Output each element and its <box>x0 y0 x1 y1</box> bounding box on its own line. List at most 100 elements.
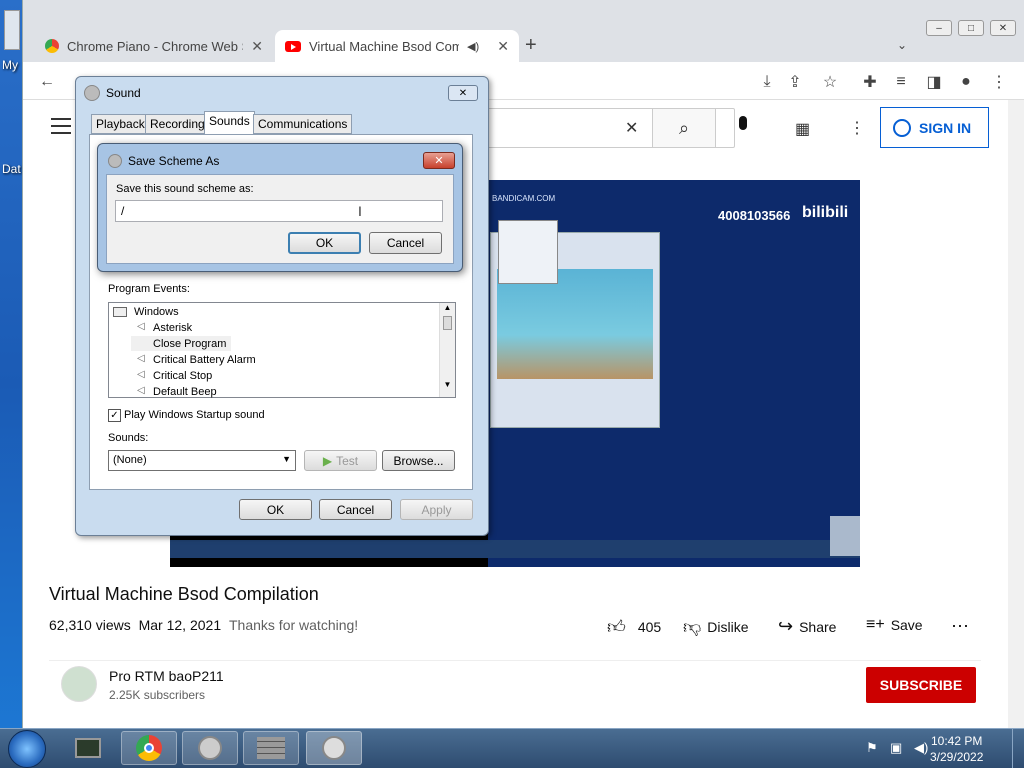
computer-icon[interactable] <box>4 10 20 50</box>
close-icon[interactable]: ✕ <box>251 38 263 55</box>
extensions-icon[interactable]: ✚ <box>860 72 880 92</box>
list-item[interactable]: Default Beep <box>153 386 217 398</box>
back-icon[interactable]: ← <box>37 72 57 92</box>
list-item[interactable]: Critical Battery Alarm <box>153 354 256 366</box>
save-button[interactable]: ≡+ Save <box>866 616 923 634</box>
speaker-icon: ◁ <box>137 353 145 364</box>
tab-chrome-piano[interactable]: Chrome Piano - Chrome Web Store ✕ <box>35 30 273 62</box>
close-button[interactable]: ✕ <box>423 152 455 169</box>
settings-icon[interactable]: ⋮ <box>849 118 865 138</box>
clock[interactable]: 10:42 PM 3/29/2022 <box>930 733 983 765</box>
chevron-down-icon[interactable]: ⌄ <box>897 38 907 52</box>
youtube-icon <box>285 40 301 52</box>
subscribe-button[interactable]: SUBSCRIBE <box>866 667 976 703</box>
new-tab-button[interactable]: + <box>525 34 537 57</box>
profile-icon[interactable]: ● <box>956 72 976 92</box>
close-button[interactable]: ✕ <box>990 20 1016 36</box>
list-scrollbar[interactable]: ▲ ▼ <box>439 303 455 397</box>
network-icon[interactable]: ▣ <box>890 740 902 756</box>
cancel-button[interactable]: Cancel <box>369 232 442 254</box>
tab-recording[interactable]: Recording <box>145 114 210 134</box>
desktop-icon-label[interactable]: Dat <box>2 162 21 176</box>
show-desktop-button[interactable] <box>1012 729 1024 768</box>
share-button[interactable]: ↪ Share <box>778 616 836 637</box>
browse-button[interactable]: Browse... <box>382 450 455 471</box>
cancel-button[interactable]: Cancel <box>319 499 392 520</box>
speaker-icon <box>84 85 100 101</box>
playlist-add-icon: ≡+ <box>866 616 885 633</box>
video-meta: 62,310 views Mar 12, 2021 Thanks for wat… <box>49 617 358 633</box>
sidepanel-icon[interactable]: ◨ <box>924 72 944 92</box>
monitor-icon <box>75 738 101 758</box>
list-item[interactable]: Close Program <box>153 338 226 350</box>
star-icon[interactable]: ☆ <box>820 72 840 92</box>
more-actions-icon[interactable]: ⋯ <box>951 616 969 637</box>
taskbar-item-sound-active[interactable] <box>306 731 362 765</box>
taskbar-item-firewall[interactable] <box>243 731 299 765</box>
test-label: Test <box>336 453 359 468</box>
speaker-icon: ◁ <box>137 385 145 396</box>
channel-avatar[interactable] <box>61 666 97 702</box>
taskbar-item-monitor[interactable] <box>60 731 116 765</box>
tab-sounds[interactable]: Sounds <box>204 111 255 134</box>
video-small-dialog <box>498 220 558 284</box>
video-description[interactable]: Thanks for watching! <box>229 617 358 633</box>
startup-sound-label[interactable]: Play Windows Startup sound <box>124 409 265 421</box>
hamburger-icon[interactable] <box>51 118 71 134</box>
mic-icon[interactable] <box>735 116 751 138</box>
taskbar-item-sound[interactable] <box>182 731 238 765</box>
like-button[interactable]: 👍︎ 405 <box>607 616 661 638</box>
apply-button[interactable]: Apply <box>400 499 473 520</box>
tab-title: Virtual Machine Bsod Compilation <box>309 38 459 54</box>
windows-folder-icon <box>113 307 127 317</box>
tab-communications[interactable]: Communications <box>253 114 353 134</box>
input-value: / <box>121 204 125 218</box>
upload-date: Mar 12, 2021 <box>138 617 222 633</box>
bilibili-logo: bilibili <box>802 204 849 221</box>
menu-icon[interactable]: ⋮ <box>989 72 1009 92</box>
taskbar-item-chrome[interactable] <box>121 731 177 765</box>
media-icon[interactable]: ≡ <box>891 72 911 92</box>
program-events-label: Program Events: <box>108 283 190 295</box>
download-icon[interactable]: ⤓ <box>757 72 777 92</box>
desktop-icon-label[interactable]: My <box>2 58 18 72</box>
list-item[interactable]: Windows <box>134 306 179 318</box>
scheme-name-input[interactable]: / I <box>115 200 443 222</box>
video-taskbar <box>170 540 860 558</box>
startup-sound-checkbox[interactable]: ✓ <box>108 409 121 422</box>
text-cursor-icon: I <box>358 203 362 219</box>
ok-button[interactable]: OK <box>239 499 312 520</box>
maximize-button[interactable]: □ <box>958 20 984 36</box>
channel-name[interactable]: Pro RTM baoP211 <box>109 668 224 684</box>
share-icon[interactable]: ⇪ <box>785 72 805 92</box>
search-button[interactable]: ⌕ <box>652 108 716 148</box>
speaker-icon[interactable]: ◀) <box>467 40 479 53</box>
program-events-list[interactable]: Windows ◁ Asterisk Close Program ◁ Criti… <box>108 302 456 398</box>
window-controls: – □ ✕ <box>926 20 1016 36</box>
save-label: Save <box>890 617 923 633</box>
list-item[interactable]: Critical Stop <box>153 370 212 382</box>
start-button[interactable] <box>8 730 46 768</box>
like-count: 405 <box>637 619 662 635</box>
clear-icon[interactable]: ✕ <box>625 118 638 138</box>
dislike-button[interactable]: 👎︎ Dislike <box>683 616 749 638</box>
tab-youtube-video[interactable]: Virtual Machine Bsod Compilation ◀) ✕ <box>275 30 519 62</box>
sign-in-button[interactable]: SIGN IN <box>880 107 989 148</box>
account-icon <box>893 118 911 137</box>
video-title: Virtual Machine Bsod Compilation <box>49 584 319 604</box>
minimize-button[interactable]: – <box>926 20 952 36</box>
page-scrollbar[interactable] <box>1008 100 1024 728</box>
close-button[interactable]: ✕ <box>448 85 478 101</box>
volume-icon[interactable]: ◀) <box>914 740 928 756</box>
action-center-icon[interactable]: ⚑ <box>866 740 878 756</box>
sounds-select[interactable]: (None) ▼ <box>108 450 296 471</box>
list-item[interactable]: Asterisk <box>153 322 192 334</box>
prompt-label: Save this sound scheme as: <box>116 183 254 195</box>
brick-wall-icon <box>257 737 285 759</box>
close-icon[interactable]: ✕ <box>497 38 509 55</box>
test-button[interactable]: ▶ Test <box>304 450 377 471</box>
apps-icon[interactable]: ▦ <box>795 119 810 139</box>
ok-button[interactable]: OK <box>288 232 361 254</box>
share-arrow-icon: ↪ <box>778 616 794 636</box>
tab-playback[interactable]: Playback <box>91 114 150 134</box>
